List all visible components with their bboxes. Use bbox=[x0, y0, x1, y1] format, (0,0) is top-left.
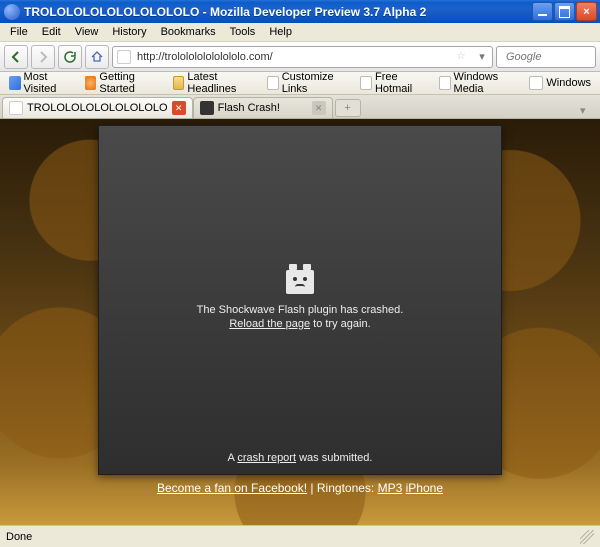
page-icon bbox=[439, 76, 451, 90]
sad-plugin-icon bbox=[286, 270, 314, 294]
minimize-button[interactable] bbox=[532, 2, 553, 21]
content-area: The Shockwave Flash plugin has crashed. … bbox=[0, 119, 600, 525]
menu-edit[interactable]: Edit bbox=[36, 25, 67, 39]
bookmark-windows[interactable]: Windows bbox=[524, 75, 596, 91]
crash-report-line: A crash report was submitted. bbox=[228, 452, 373, 464]
menu-tools[interactable]: Tools bbox=[224, 25, 262, 39]
tab-label: TROLOLOLOLOLOLOLOLO bbox=[27, 102, 168, 114]
bookmark-windows-media[interactable]: Windows Media bbox=[434, 70, 523, 96]
window-titlebar: TROLOLOLOLOLOLOLOLOLO - Mozilla Develope… bbox=[0, 0, 600, 23]
tab-list-dropdown-icon[interactable]: ▾ bbox=[580, 104, 594, 118]
page-icon bbox=[267, 76, 279, 90]
maximize-button[interactable] bbox=[554, 2, 575, 21]
close-button[interactable]: × bbox=[576, 2, 597, 21]
menu-view[interactable]: View bbox=[69, 25, 105, 39]
page-footer: Become a fan on Facebook! | Ringtones: M… bbox=[0, 481, 600, 495]
firefox-icon bbox=[85, 76, 97, 90]
tab-bar: TROLOLOLOLOLOLOLOLO ✕ Flash Crash! ✕ + ▾ bbox=[0, 95, 600, 119]
back-button[interactable] bbox=[4, 45, 28, 69]
bookmark-star-icon[interactable]: ☆ bbox=[456, 49, 472, 65]
tab-close-icon[interactable]: ✕ bbox=[312, 101, 326, 115]
bookmarks-toolbar: Most Visited Getting Started Latest Head… bbox=[0, 72, 600, 95]
feed-icon bbox=[173, 76, 185, 90]
app-icon bbox=[4, 4, 20, 20]
ringtone-mp3-link[interactable]: MP3 bbox=[378, 481, 403, 495]
reload-button[interactable] bbox=[58, 45, 82, 69]
tab-label: Flash Crash! bbox=[218, 102, 308, 114]
menu-history[interactable]: History bbox=[106, 25, 152, 39]
bookmark-latest-headlines[interactable]: Latest Headlines bbox=[168, 70, 260, 96]
page-icon bbox=[529, 76, 543, 90]
tab-favicon bbox=[9, 101, 23, 115]
url-dropdown-icon[interactable]: ▾ bbox=[476, 50, 488, 63]
bookmark-customize-links[interactable]: Customize Links bbox=[262, 70, 353, 96]
reload-link[interactable]: Reload the page bbox=[229, 318, 310, 330]
status-text: Done bbox=[6, 531, 32, 543]
url-box[interactable]: ☆ ▾ bbox=[112, 46, 493, 68]
resize-grip-icon[interactable] bbox=[580, 530, 594, 544]
search-input[interactable] bbox=[504, 50, 600, 64]
status-bar: Done bbox=[0, 525, 600, 547]
facebook-link[interactable]: Become a fan on Facebook! bbox=[157, 481, 307, 495]
forward-button[interactable] bbox=[31, 45, 55, 69]
folder-icon bbox=[9, 76, 21, 90]
crash-report-link[interactable]: crash report bbox=[237, 452, 296, 464]
page-icon bbox=[360, 76, 372, 90]
tab-close-icon[interactable]: ✕ bbox=[172, 101, 186, 115]
home-button[interactable] bbox=[85, 45, 109, 69]
crash-message: The Shockwave Flash plugin has crashed. bbox=[197, 304, 404, 316]
new-tab-button[interactable]: + bbox=[335, 99, 361, 117]
window-controls: × bbox=[532, 2, 600, 21]
bookmark-free-hotmail[interactable]: Free Hotmail bbox=[355, 70, 432, 96]
search-box[interactable]: G bbox=[496, 46, 596, 68]
bookmark-getting-started[interactable]: Getting Started bbox=[80, 70, 166, 96]
navbar: ☆ ▾ G bbox=[0, 42, 600, 72]
menubar: File Edit View History Bookmarks Tools H… bbox=[0, 23, 600, 42]
ringtone-iphone-link[interactable]: iPhone bbox=[406, 481, 443, 495]
bookmark-most-visited[interactable]: Most Visited bbox=[4, 70, 78, 96]
menu-bookmarks[interactable]: Bookmarks bbox=[155, 25, 222, 39]
site-icon bbox=[117, 50, 131, 64]
menu-help[interactable]: Help bbox=[263, 25, 298, 39]
url-input[interactable] bbox=[135, 50, 452, 64]
tab-flash-crash[interactable]: Flash Crash! ✕ bbox=[193, 97, 333, 118]
window-title: TROLOLOLOLOLOLOLOLOLO - Mozilla Develope… bbox=[24, 5, 532, 19]
tab-favicon bbox=[200, 101, 214, 115]
tab-trololo[interactable]: TROLOLOLOLOLOLOLOLO ✕ bbox=[2, 97, 193, 118]
menu-file[interactable]: File bbox=[4, 25, 34, 39]
flash-crash-panel: The Shockwave Flash plugin has crashed. … bbox=[98, 125, 502, 475]
reload-line: Reload the page to try again. bbox=[229, 318, 370, 330]
